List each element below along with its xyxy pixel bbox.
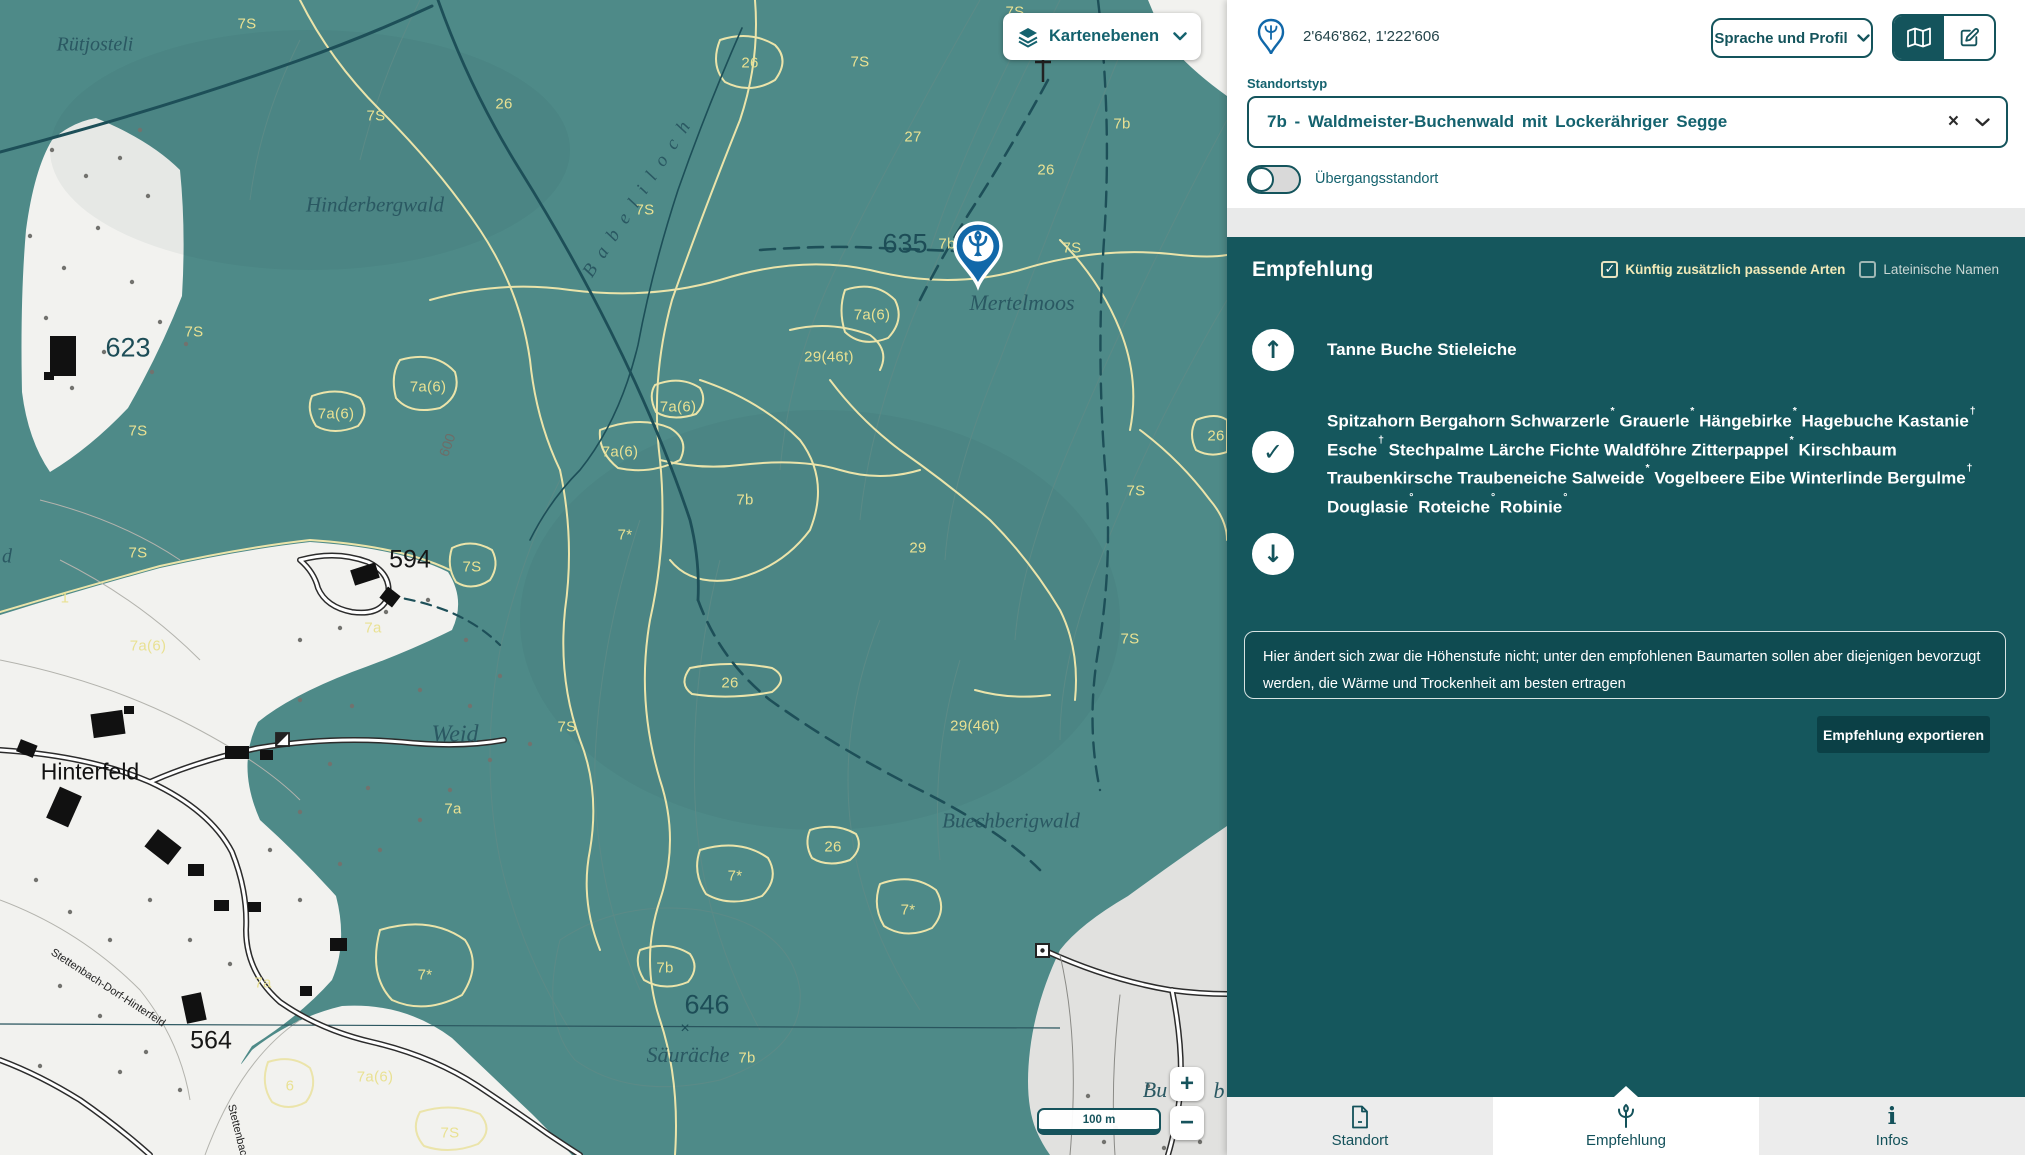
- checkbox-checked-icon[interactable]: ✓: [1601, 261, 1618, 278]
- panel-divider-strip: [1227, 208, 2025, 237]
- species-name: Lärche: [1489, 440, 1545, 459]
- chevron-down-icon[interactable]: [1975, 118, 1990, 127]
- species-marker: *: [1690, 405, 1694, 417]
- upper-elevation-species: Tanne Buche Stieleiche: [1327, 340, 1517, 360]
- species-name: Roteiche: [1418, 498, 1490, 517]
- species-name: Kirschbaum: [1798, 440, 1896, 459]
- species-name: Robinie: [1500, 498, 1562, 517]
- latin-names-label: Lateinische Namen: [1883, 262, 1999, 277]
- view-mode-switcher: [1892, 14, 1996, 61]
- tree-icon: [1614, 1103, 1638, 1129]
- recommendation-options: ✓ Künftig zusätzlich passende Arten Late…: [1601, 261, 1999, 278]
- species-name: Bergahorn: [1420, 412, 1506, 431]
- minus-icon: −: [1180, 1111, 1194, 1135]
- species-name: Zitterpappel: [1691, 440, 1788, 459]
- species-marker: †: [1378, 434, 1384, 446]
- uebergangsstandort-toggle[interactable]: [1247, 165, 1301, 194]
- species-name: Traubenkirsche: [1327, 469, 1453, 488]
- info-icon: i: [1888, 1103, 1897, 1129]
- layers-icon: [1017, 26, 1039, 48]
- species-name: Waldföhre: [1604, 440, 1686, 459]
- chevron-down-icon: [1173, 32, 1187, 41]
- species-name: Schwarzerle: [1510, 412, 1609, 431]
- species-name: Grauerle: [1619, 412, 1689, 431]
- edit-view-button[interactable]: [1944, 16, 1994, 59]
- standorttyp-value: 7b - Waldmeister-Buchenwald mit Lockeräh…: [1267, 112, 1948, 132]
- tab-empfehlung-label: Empfehlung: [1586, 1132, 1666, 1149]
- tab-infos-label: Infos: [1876, 1132, 1909, 1149]
- language-profile-label: Sprache und Profil: [1714, 30, 1847, 47]
- species-marker: °: [1409, 491, 1413, 503]
- species-marker: *: [1790, 434, 1794, 446]
- species-marker: †: [1967, 462, 1973, 474]
- checkbox-unchecked-icon[interactable]: [1859, 261, 1876, 278]
- coordinates-readout: 2'646'862, 1'222'606: [1303, 28, 1440, 45]
- panel-header-section: 2'646'862, 1'222'606 Sprache und Profil …: [1227, 0, 2025, 208]
- future-species-label: Künftig zusätzlich passende Arten: [1625, 262, 1845, 277]
- zoom-in-button[interactable]: +: [1170, 1067, 1204, 1101]
- species-name: Douglasie: [1327, 498, 1408, 517]
- species-name: Kastanie: [1898, 412, 1969, 431]
- species-marker: †: [1970, 405, 1976, 417]
- recommendation-section: Empfehlung ✓ Künftig zusätzlich passende…: [1227, 237, 2025, 1097]
- language-profile-button[interactable]: Sprache und Profil: [1711, 18, 1873, 58]
- toggle-knob: [1249, 167, 1274, 192]
- species-name: Salweide: [1572, 469, 1645, 488]
- tab-empfehlung[interactable]: Empfehlung: [1493, 1097, 1759, 1155]
- future-species-option[interactable]: ✓ Künftig zusätzlich passende Arten: [1601, 261, 1845, 278]
- species-name: Esche: [1327, 440, 1377, 459]
- export-recommendation-button[interactable]: Empfehlung exportieren: [1817, 716, 1990, 753]
- species-marker: *: [1793, 405, 1797, 417]
- document-icon: [1350, 1103, 1370, 1129]
- map-view-button[interactable]: [1894, 16, 1944, 59]
- species-name: Stechpalme: [1389, 440, 1484, 459]
- bottom-navigation: Standort Empfehlung i Infos: [1227, 1097, 2025, 1155]
- map-scale-bar: 100 m: [1037, 1108, 1161, 1135]
- tab-infos[interactable]: i Infos: [1759, 1097, 2025, 1155]
- tab-standort[interactable]: Standort: [1227, 1097, 1493, 1155]
- species-name: Spitzahorn: [1327, 412, 1415, 431]
- arrow-up-circle-icon: ↑: [1252, 329, 1294, 371]
- chevron-down-icon: [1857, 34, 1870, 42]
- species-marker: *: [1646, 462, 1650, 474]
- species-name: Traubeneiche: [1457, 469, 1567, 488]
- zoom-out-button[interactable]: −: [1170, 1106, 1204, 1140]
- latin-names-option[interactable]: Lateinische Namen: [1859, 261, 1999, 278]
- species-marker: °: [1563, 491, 1567, 503]
- scale-label: 100 m: [1083, 1114, 1116, 1126]
- recommendation-note: Hier ändert sich zwar die Höhenstufe nic…: [1244, 631, 2006, 699]
- recommended-species-list: Spitzahorn Bergahorn Schwarzerle* Grauer…: [1327, 405, 1995, 520]
- species-marker: °: [1491, 491, 1495, 503]
- tree-app-logo-icon: [1257, 18, 1285, 54]
- edit-icon: [1958, 27, 1980, 49]
- plus-icon: +: [1180, 1072, 1194, 1096]
- uebergangsstandort-label: Übergangsstandort: [1315, 171, 1438, 187]
- species-name: Vogelbeere: [1654, 469, 1744, 488]
- species-name: Eibe: [1749, 469, 1785, 488]
- location-marker-pin[interactable]: [951, 220, 1005, 292]
- species-name: Fichte: [1549, 440, 1599, 459]
- map-canvas[interactable]: 7S7S26267S27267S7S7b7S7b7a(6)29(46t)7a(6…: [0, 0, 1227, 1155]
- check-circle-icon: ✓: [1252, 431, 1294, 473]
- species-marker: *: [1611, 405, 1615, 417]
- recommendation-title: Empfehlung: [1252, 258, 1373, 282]
- standorttyp-label: Standortstyp: [1247, 76, 1327, 91]
- arrow-down-circle-icon: ↓: [1252, 533, 1294, 575]
- map-layers-label: Kartenebenen: [1049, 27, 1163, 46]
- clear-icon[interactable]: ×: [1948, 111, 1959, 133]
- standorttyp-select[interactable]: 7b - Waldmeister-Buchenwald mit Lockeräh…: [1247, 96, 2008, 148]
- species-name: Hängebirke: [1699, 412, 1792, 431]
- tab-standort-label: Standort: [1332, 1132, 1389, 1149]
- map-layers-button[interactable]: Kartenebenen: [1003, 13, 1201, 60]
- topo-map-graphics: [0, 0, 1227, 1155]
- species-name: Winterlinde: [1790, 469, 1882, 488]
- species-name: Hagebuche: [1802, 412, 1894, 431]
- map-icon: [1906, 27, 1932, 48]
- species-name: Bergulme: [1887, 469, 1965, 488]
- side-panel: 2'646'862, 1'222'606 Sprache und Profil …: [1227, 0, 2025, 1155]
